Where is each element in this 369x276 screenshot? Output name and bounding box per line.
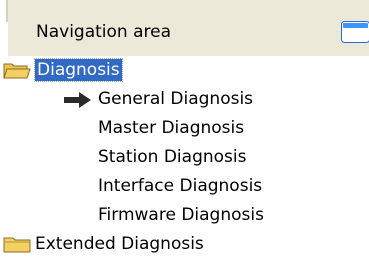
navigation-panel-header: Navigation area xyxy=(8,0,369,56)
window-icon[interactable] xyxy=(341,21,369,43)
navigation-tree: Diagnosis General Diagnosis Master Diagn… xyxy=(0,56,369,276)
tree-node-interface-diagnosis[interactable]: Interface Diagnosis xyxy=(0,172,369,201)
tree-node-diagnosis[interactable]: Diagnosis xyxy=(0,56,369,85)
tree-node-general-diagnosis-label[interactable]: General Diagnosis xyxy=(98,88,253,110)
tree-node-station-diagnosis-label[interactable]: Station Diagnosis xyxy=(98,146,246,168)
tree-node-interface-diagnosis-label[interactable]: Interface Diagnosis xyxy=(98,175,262,197)
tree-node-station-diagnosis[interactable]: Station Diagnosis xyxy=(0,143,369,172)
arrow-right-icon xyxy=(64,92,91,108)
folder-closed-icon xyxy=(3,237,31,253)
tree-node-diagnosis-label[interactable]: Diagnosis xyxy=(34,58,123,82)
tree-node-firmware-diagnosis-label[interactable]: Firmware Diagnosis xyxy=(98,204,264,226)
tree-node-extended-diagnosis-label[interactable]: Extended Diagnosis xyxy=(35,233,204,255)
tree-node-firmware-diagnosis[interactable]: Firmware Diagnosis xyxy=(0,201,369,230)
tree-node-master-diagnosis[interactable]: Master Diagnosis xyxy=(0,114,369,143)
tree-node-master-diagnosis-label[interactable]: Master Diagnosis xyxy=(98,117,244,139)
folder-open-icon xyxy=(3,63,31,79)
tree-node-extended-diagnosis[interactable]: Extended Diagnosis xyxy=(0,230,369,259)
panel-title: Navigation area xyxy=(36,22,172,42)
tree-node-general-diagnosis[interactable]: General Diagnosis xyxy=(0,85,369,114)
